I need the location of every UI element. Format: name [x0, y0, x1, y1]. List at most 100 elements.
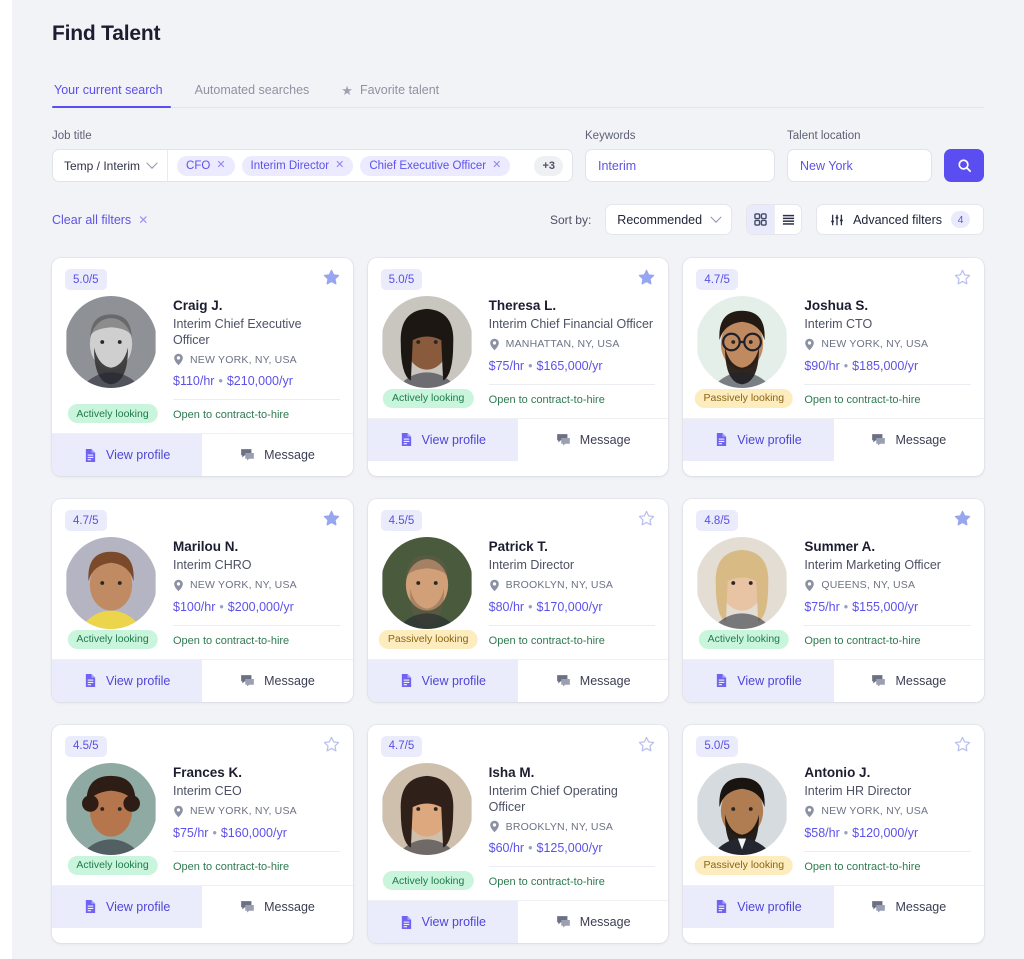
message-button[interactable]: Message: [833, 885, 984, 928]
view-profile-label: View profile: [737, 673, 802, 688]
message-button[interactable]: Message: [518, 901, 669, 944]
rate-separator: •: [843, 358, 849, 373]
card-header: 5.0/5: [52, 258, 353, 290]
message-button[interactable]: Message: [202, 885, 353, 928]
chip-remove-icon[interactable]: ✕: [335, 160, 344, 171]
candidate-location: NEW YORK, NY, USA: [173, 805, 340, 818]
favorite-toggle[interactable]: [638, 269, 655, 286]
chip-remove-icon[interactable]: ✕: [492, 160, 501, 171]
favorite-toggle[interactable]: [638, 510, 655, 527]
message-button[interactable]: Message: [833, 659, 984, 702]
job-title-more-count[interactable]: +3: [534, 155, 563, 176]
candidate-role: Interim CEO: [173, 783, 242, 798]
location-text: QUEENS, NY, USA: [821, 579, 916, 592]
job-title-chip[interactable]: Interim Director ✕: [241, 155, 354, 176]
talent-card: 4.7/5 Passively looking Joshua S. Interim C…: [683, 258, 984, 477]
sort-by-select[interactable]: Recommended: [605, 204, 733, 235]
location-text: NEW YORK, NY, USA: [190, 353, 297, 366]
view-profile-button[interactable]: View profile: [683, 659, 834, 702]
message-button[interactable]: Message: [518, 659, 669, 702]
clear-all-filters-button[interactable]: Clear all filters ✕: [52, 213, 148, 227]
view-profile-button[interactable]: View profile: [367, 901, 518, 944]
view-profile-button[interactable]: View profile: [52, 434, 203, 477]
card-footer: View profile Message: [683, 884, 984, 928]
message-button[interactable]: Message: [202, 434, 353, 477]
view-profile-button[interactable]: View profile: [367, 659, 518, 702]
chip-remove-icon[interactable]: ✕: [216, 160, 225, 171]
keywords-input[interactable]: [585, 149, 775, 182]
view-profile-button[interactable]: View profile: [683, 418, 834, 461]
card-body: Actively looking Marilou N. Interim CHRO NE…: [52, 531, 353, 649]
candidate-role: Interim Chief Financial Officer: [488, 317, 654, 331]
hourly-rate: $80/hr: [488, 599, 525, 614]
search-button[interactable]: [944, 149, 984, 182]
message-button[interactable]: Message: [202, 659, 353, 702]
message-button[interactable]: Message: [833, 418, 984, 461]
favorite-toggle[interactable]: [954, 736, 971, 753]
hourly-rate: $75/hr: [173, 825, 209, 840]
job-title-chip[interactable]: Chief Executive Officer ✕: [360, 155, 511, 176]
location-pin-icon: [489, 820, 499, 833]
favorite-toggle[interactable]: [323, 269, 340, 286]
chevron-down-icon: [710, 211, 722, 223]
favorite-toggle[interactable]: [323, 510, 340, 527]
location-group: Talent location: [787, 130, 932, 182]
view-profile-button[interactable]: View profile: [367, 418, 518, 461]
grid-view-button[interactable]: [747, 205, 775, 234]
favorite-star-outline-icon: [639, 510, 655, 526]
favorite-toggle[interactable]: [954, 269, 971, 286]
candidate-role: Interim CTO: [804, 317, 873, 331]
rate-separator: •: [843, 599, 849, 614]
favorite-toggle[interactable]: [638, 736, 655, 753]
card-footer: View profile Message: [52, 433, 353, 477]
message-label: Message: [895, 899, 947, 914]
hourly-rate: $60/hr: [488, 841, 525, 856]
chip-label: Chief Executive Officer: [369, 159, 487, 172]
open-to-note: Open to contract-to-hire: [804, 393, 921, 406]
yearly-rate: $125,000/yr: [536, 841, 603, 856]
open-to-note: Open to contract-to-hire: [488, 634, 605, 647]
favorite-star-outline-icon: [954, 736, 971, 752]
yearly-rate: $210,000/yr: [226, 374, 293, 389]
favorite-toggle[interactable]: [323, 736, 340, 753]
document-icon: [401, 915, 411, 929]
card-divider: [804, 850, 971, 852]
card-body: Actively looking Theresa L. Interim Chief …: [368, 290, 669, 408]
candidate-name: Marilou N.: [173, 539, 239, 555]
message-button[interactable]: Message: [518, 418, 669, 461]
rating-badge: 4.7/5: [696, 269, 738, 290]
avatar: [381, 537, 473, 630]
favorite-star-outline-icon: [639, 736, 655, 752]
tab-automated-searches[interactable]: Automated searches: [179, 83, 326, 107]
talent-card-grid: 5.0/5 Actively looking Craig J. Interim Chi…: [52, 258, 984, 944]
location-input[interactable]: [787, 149, 932, 182]
card-body: Passively looking Antonio J. Interim HR Di…: [683, 757, 984, 875]
open-to-note: Open to contract-to-hire: [488, 393, 605, 406]
tab-your-current-search[interactable]: Your current search: [52, 83, 179, 108]
open-to-note: Open to contract-to-hire: [173, 860, 290, 873]
job-title-chip[interactable]: CFO ✕: [177, 155, 235, 176]
favorite-toggle[interactable]: [954, 510, 971, 527]
job-title-type-select[interactable]: Temp / Interim: [53, 150, 169, 181]
chat-bubbles-icon: [556, 674, 570, 687]
view-profile-button[interactable]: View profile: [683, 885, 834, 928]
tab-favorite-talent[interactable]: ★ Favorite talent: [325, 83, 455, 107]
list-view-button[interactable]: [774, 205, 801, 234]
hourly-rate: $90/hr: [804, 358, 840, 373]
status-badge: Actively looking: [67, 404, 158, 424]
card-divider: [804, 383, 971, 385]
status-badge: Passively looking: [694, 388, 794, 408]
status-badge: Actively looking: [698, 629, 790, 649]
card-header: 4.7/5: [52, 499, 353, 532]
candidate-name: Isha M.: [488, 764, 535, 780]
advanced-filters-button[interactable]: Advanced filters 4: [816, 204, 984, 235]
view-profile-button[interactable]: View profile: [52, 659, 203, 702]
document-icon: [717, 674, 727, 688]
candidate-rate: $100/hr • $200,000/yr: [173, 600, 340, 614]
candidate-role: Interim Marketing Officer: [804, 558, 941, 573]
avatar-column: Actively looking: [65, 762, 160, 875]
rating-badge: 5.0/5: [696, 735, 738, 757]
card-divider: [173, 624, 340, 626]
candidate-rate: $80/hr • $170,000/yr: [489, 600, 656, 614]
view-profile-button[interactable]: View profile: [52, 885, 203, 928]
